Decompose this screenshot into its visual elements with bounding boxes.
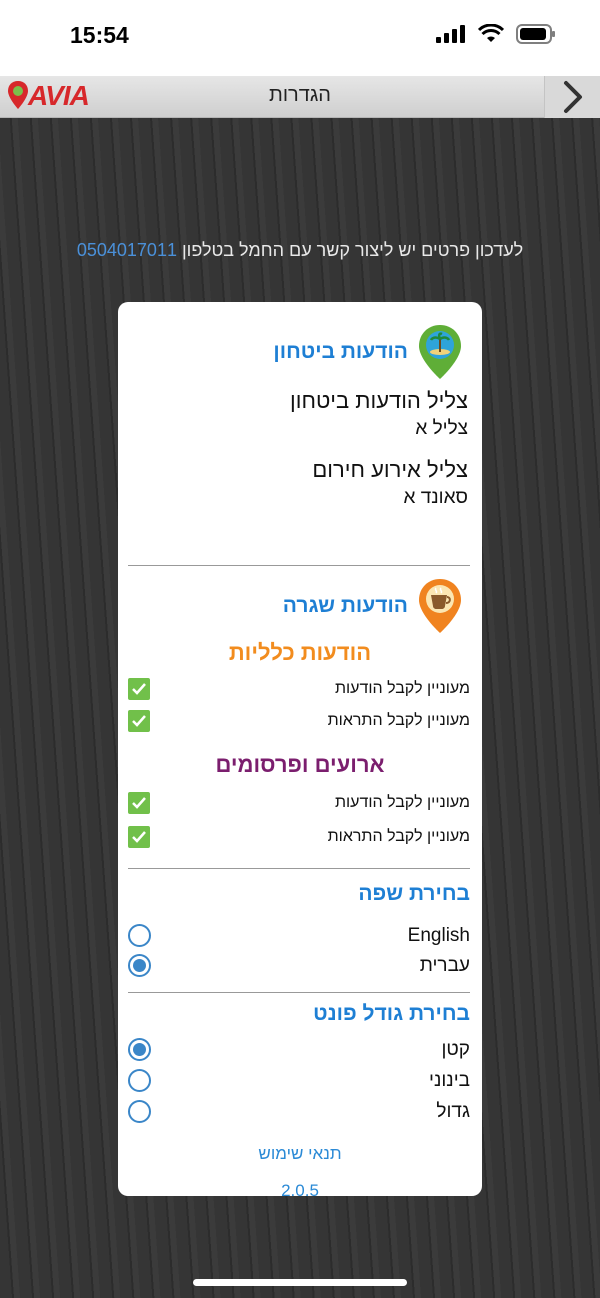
security-title: הודעות ביטחון (273, 340, 408, 363)
divider (128, 992, 470, 993)
events-alerts-option[interactable]: מעוניין לקבל התראות (128, 826, 470, 848)
checkbox-checked[interactable] (128, 678, 150, 700)
checkmark-icon (132, 715, 146, 727)
checkbox-label: מעוניין לקבל הודעות (334, 680, 470, 697)
radio-dot (133, 959, 146, 972)
emergency-sound-setting[interactable]: צליל אירוע חירום סאונד א (312, 457, 468, 509)
settings-card: הודעות ביטחון צליל הודעות ביטחון צליל א … (118, 302, 482, 1196)
routine-header: הודעות שגרה (283, 578, 462, 634)
routine-title: הודעות שגרה (282, 594, 408, 617)
radio-label: גדול (436, 1100, 470, 1122)
checkbox-checked[interactable] (128, 826, 150, 848)
checkbox-checked[interactable] (128, 792, 150, 814)
security-sound-setting[interactable]: צליל הודעות ביטחון צליל א (290, 388, 468, 440)
status-bar: 15:54 (0, 0, 600, 76)
app-version: 2.0.5 (281, 1181, 319, 1196)
status-time: 15:54 (70, 22, 129, 48)
security-sound-value: צליל א (415, 418, 468, 439)
radio-unselected[interactable] (128, 1100, 151, 1123)
home-indicator[interactable] (193, 1279, 407, 1286)
font-size-option-large[interactable]: גדול (128, 1100, 470, 1123)
emergency-sound-label: צליל אירוע חירום (312, 457, 468, 482)
radio-unselected[interactable] (128, 924, 151, 947)
checkbox-label: מעוניין לקבל התראות (327, 712, 470, 729)
terms-of-use-link[interactable]: תנאי שימוש (118, 1144, 482, 1164)
general-alerts-option[interactable]: מעוניין לקבל התראות (128, 710, 470, 732)
contact-info: לעדכון פרטים יש ליצור קשר עם החמל בטלפון… (0, 240, 600, 261)
emergency-sound-value: סאונד א (403, 487, 468, 508)
font-size-option-small[interactable]: קטן (128, 1038, 470, 1061)
checkmark-icon (132, 683, 146, 695)
radio-label: English (407, 924, 470, 946)
radio-dot (133, 1043, 146, 1056)
radio-label: עברית (419, 954, 470, 976)
cellular-signal-icon (436, 25, 465, 43)
security-header: הודעות ביטחון (273, 324, 462, 380)
status-icons (436, 24, 556, 44)
app-header: AVIA הגדרות (0, 76, 600, 118)
divider (128, 868, 470, 869)
font-size-option-medium[interactable]: בינוני (128, 1069, 470, 1092)
radio-selected[interactable] (128, 954, 151, 977)
divider (128, 565, 470, 566)
radio-selected[interactable] (128, 1038, 151, 1061)
security-sound-label: צליל הודעות ביטחון (290, 388, 468, 413)
back-button[interactable] (544, 76, 600, 118)
checkbox-label: מעוניין לקבל התראות (327, 828, 470, 845)
checkbox-checked[interactable] (128, 710, 150, 732)
coffee-pin-icon (419, 579, 461, 633)
language-option-english[interactable]: English (128, 924, 470, 947)
page-title: הגדרות (269, 84, 331, 106)
radio-label: בינוני (429, 1069, 470, 1091)
wifi-icon (478, 24, 504, 42)
battery-icon (516, 24, 555, 44)
language-title: בחירת שפה (358, 882, 470, 905)
contact-text: לעדכון פרטים יש ליצור קשר עם החמל בטלפון (181, 240, 524, 260)
checkmark-icon (132, 831, 146, 843)
events-title: ארועים ופרסומים (215, 752, 385, 777)
checkbox-label: מעוניין לקבל הודעות (334, 794, 470, 811)
general-messages-title: הודעות כלליות (228, 640, 372, 665)
events-messages-option[interactable]: מעוניין לקבל הודעות (128, 792, 470, 814)
island-pin-icon (419, 325, 461, 379)
radio-unselected[interactable] (128, 1069, 151, 1092)
phone-link[interactable]: 0504017011 (77, 240, 177, 260)
chevron-right-icon (563, 81, 582, 113)
general-messages-option[interactable]: מעוניין לקבל הודעות (128, 678, 470, 700)
radio-label: קטן (441, 1038, 470, 1060)
font-size-title: בחירת גודל פונט (313, 1002, 470, 1025)
checkmark-icon (132, 797, 146, 809)
language-option-hebrew[interactable]: עברית (128, 954, 470, 977)
